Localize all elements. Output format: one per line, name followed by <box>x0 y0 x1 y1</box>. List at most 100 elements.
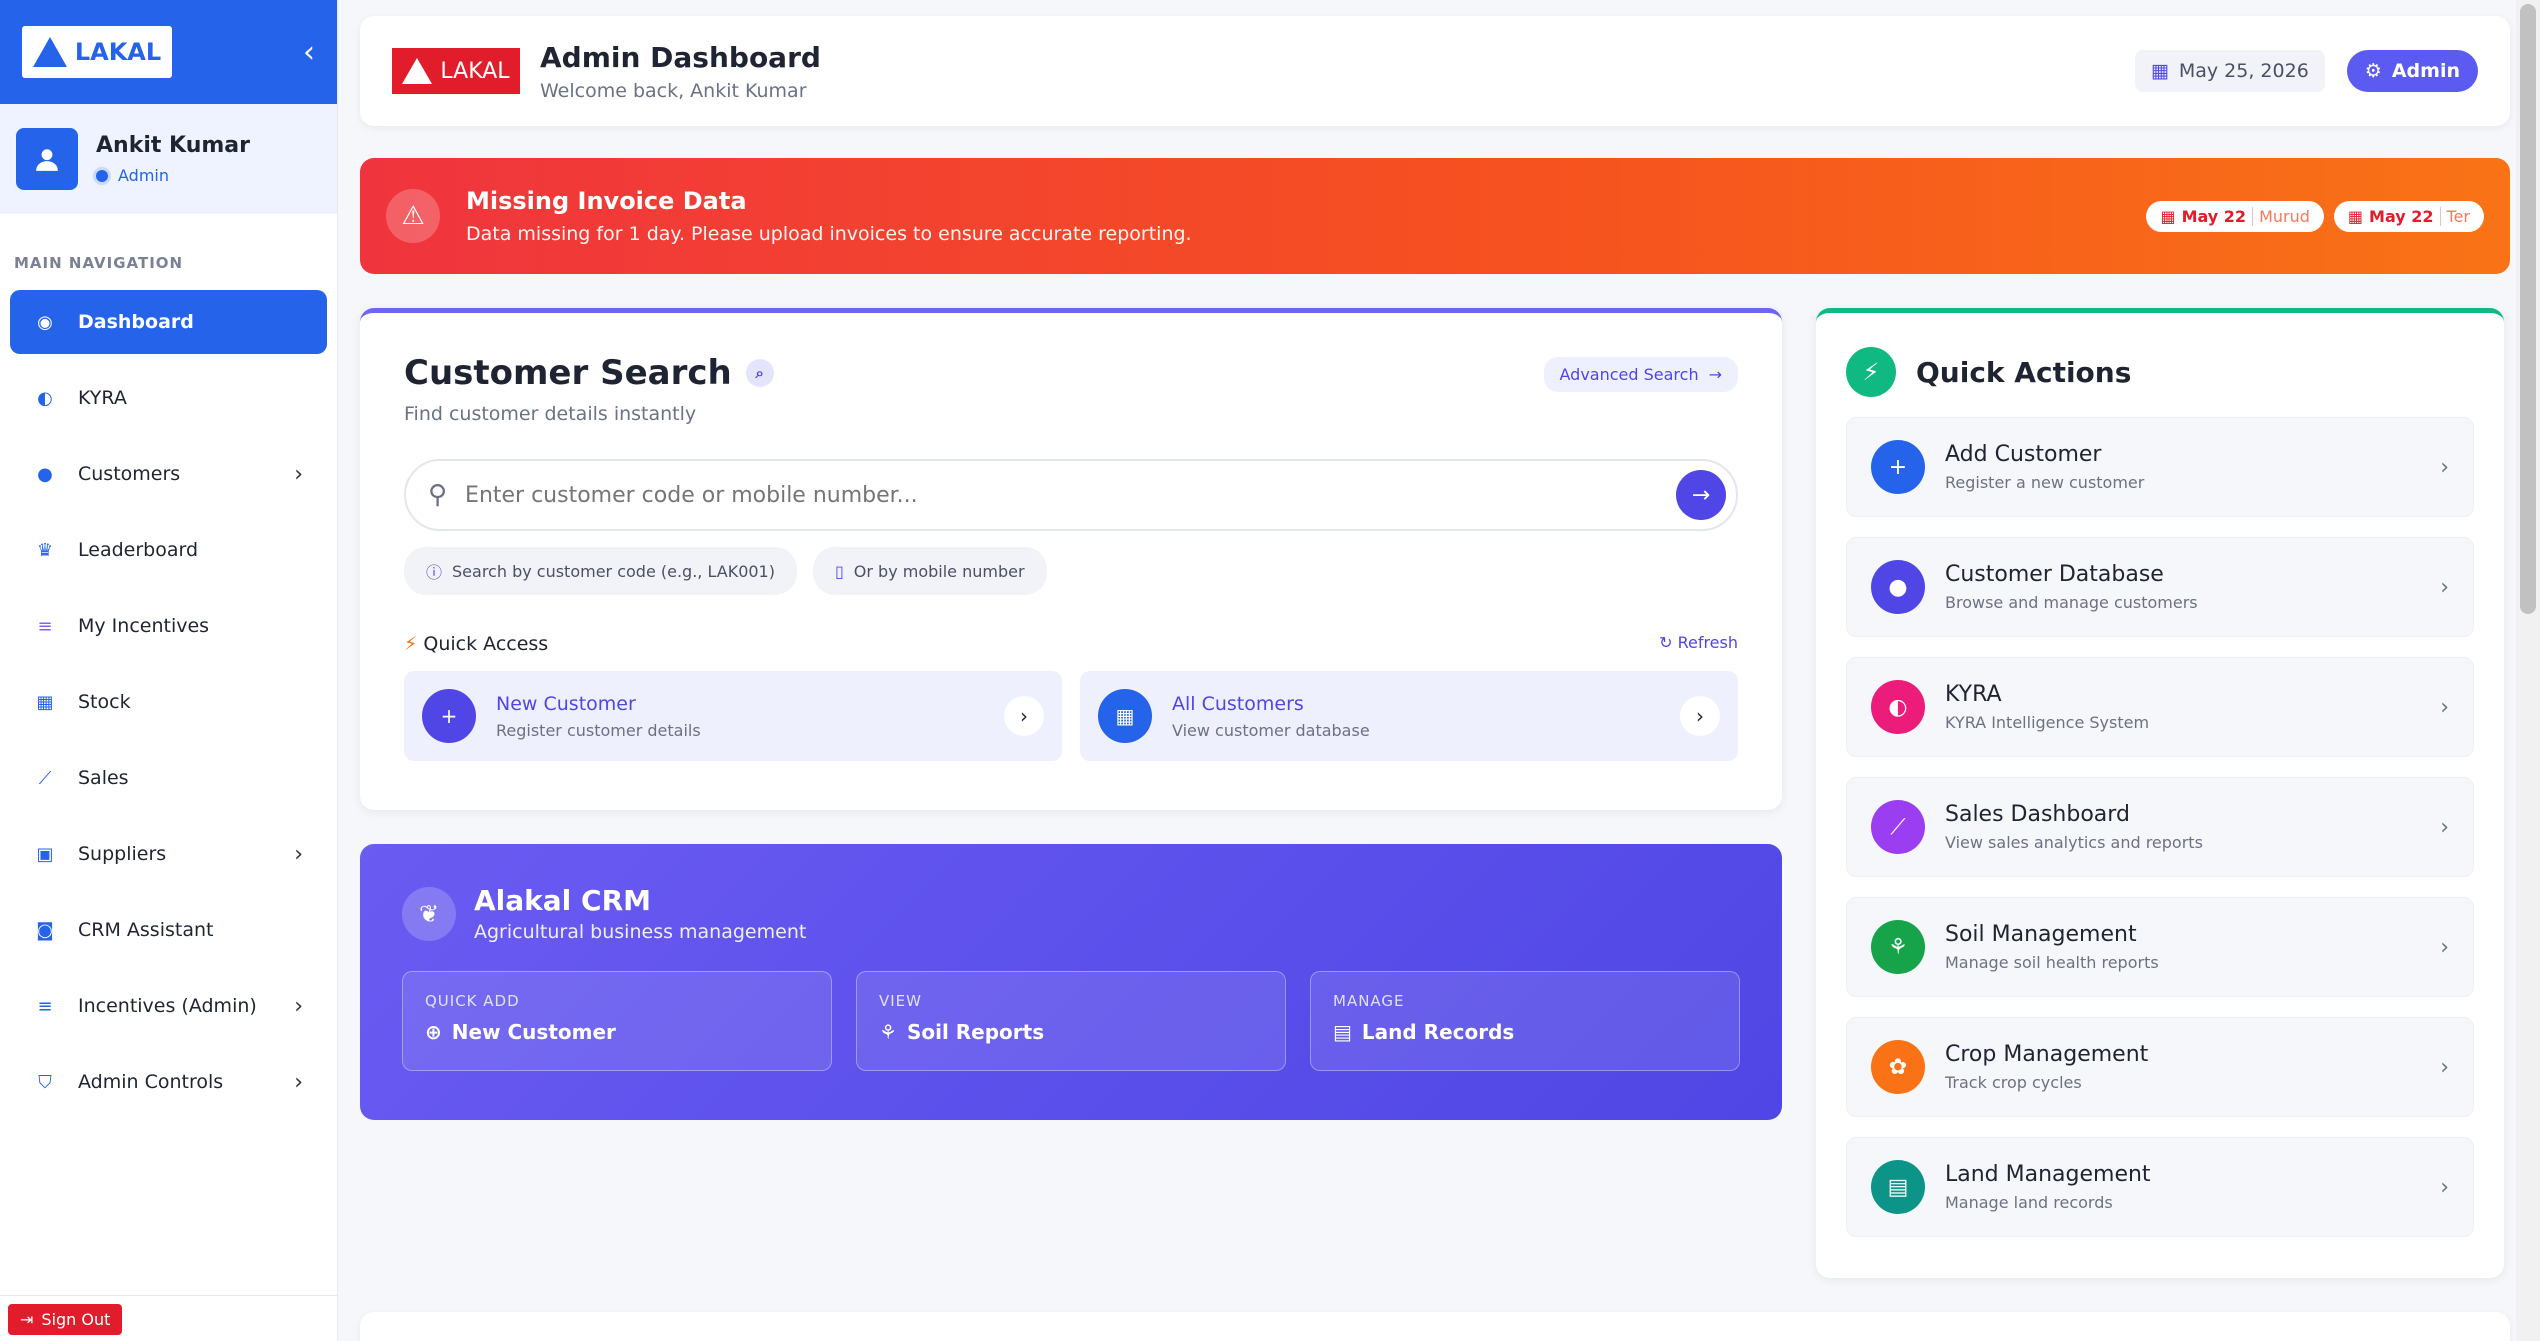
date-badge: ▦ May 25, 2026 <box>2134 50 2325 92</box>
action-subtitle: Manage soil health reports <box>1945 953 2159 972</box>
sidebar-header: LAKAL ‹ <box>0 0 337 104</box>
refresh-button[interactable]: ↻ Refresh <box>1659 633 1738 655</box>
logo-mark-icon <box>402 58 433 84</box>
hint-text: Search by customer code (e.g., LAK001) <box>452 561 775 581</box>
header-logo: LAKAL <box>392 48 520 94</box>
quick-actions-title: Quick Actions <box>1916 355 2132 389</box>
coins-icon: ≡ <box>37 615 53 637</box>
sign-out-label: Sign Out <box>41 1310 111 1329</box>
action-title: Soil Management <box>1945 922 2137 947</box>
calendar-icon: ▦ <box>2160 206 2176 226</box>
collapse-sidebar-icon[interactable]: ‹ <box>303 35 315 70</box>
chevron-right-icon: › <box>1680 696 1720 736</box>
customer-search-input[interactable] <box>465 482 1658 508</box>
action-sales-dashboard[interactable]: ⟋ Sales Dashboard View sales analytics an… <box>1846 777 2474 877</box>
users-icon: ● <box>37 463 53 485</box>
action-title: Sales Dashboard <box>1945 802 2130 827</box>
admin-role-button[interactable]: ⚙ Admin <box>2346 50 2478 92</box>
search-submit-button[interactable]: → <box>1676 470 1726 520</box>
sidebar-item-label: Leaderboard <box>78 539 199 561</box>
info-icon: ⓘ <box>426 563 443 582</box>
quick-access-all-customers[interactable]: ▦ All Customers View customer database › <box>1080 671 1738 761</box>
chevron-right-icon: › <box>2440 454 2449 480</box>
page-title: Admin Dashboard <box>540 40 821 74</box>
refresh-label: Refresh <box>1677 633 1738 652</box>
sign-out-button[interactable]: ⇥ Sign Out <box>8 1304 123 1335</box>
quick-actions-card: ⚡ Quick Actions + Add Customer Register a… <box>1816 308 2504 1278</box>
crm-manage-land-records[interactable]: MANAGE ▤ Land Records <box>1310 971 1740 1071</box>
user-gear-icon: ⚙ <box>2364 60 2382 82</box>
sidebar-item-label: My Incentives <box>78 615 210 637</box>
user-role: Admin <box>96 166 250 185</box>
action-land-management[interactable]: ▤ Land Management Manage land records › <box>1846 1137 2474 1237</box>
crm-quick-add-new-customer[interactable]: QUICK ADD ⊕ New Customer <box>402 971 832 1071</box>
logo-mark-icon <box>32 37 67 67</box>
page-scrollbar[interactable] <box>2516 0 2540 1341</box>
user-plus-icon: + <box>1871 440 1925 494</box>
chevron-right-icon: › <box>2440 694 2449 720</box>
seedling-icon: ⚘ <box>1871 920 1925 974</box>
action-soil-management[interactable]: ⚘ Soil Management Manage soil health repo… <box>1846 897 2474 997</box>
alert-message: Data missing for 1 day. Please upload in… <box>466 223 1192 245</box>
sidebar-item-my-incentives[interactable]: ≡ My Incentives <box>10 594 327 658</box>
sign-out-icon: ⇥ <box>20 1310 34 1329</box>
search-icon: ⌕ <box>745 359 774 387</box>
sidebar-item-customers[interactable]: ● Customers › <box>10 442 327 506</box>
status-dot-icon <box>96 169 108 182</box>
missing-date-chip[interactable]: ▦ May 22 Murud <box>2146 200 2324 232</box>
gauge-icon: ◉ <box>37 311 53 333</box>
action-subtitle: Manage land records <box>1945 1193 2113 1212</box>
coins-icon: ≡ <box>37 995 53 1017</box>
sidebar-item-sales[interactable]: ⟋ Sales <box>10 746 327 810</box>
quick-access-header: ⚡ Quick Access ↻ Refresh <box>404 633 1738 655</box>
action-customer-database[interactable]: ● Customer Database Browse and manage cus… <box>1846 537 2474 637</box>
sidebar-item-suppliers[interactable]: ▣ Suppliers › <box>10 822 327 886</box>
scrollbar-thumb[interactable] <box>2520 4 2536 614</box>
missing-invoice-alert: ⚠ Missing Invoice Data Data missing for … <box>360 158 2510 274</box>
action-crop-management[interactable]: ✿ Crop Management Track crop cycles › <box>1846 1017 2474 1117</box>
hint-mobile: ▯ Or by mobile number <box>812 547 1047 595</box>
calendar-icon: ▦ <box>2150 60 2169 82</box>
lightning-icon: ⚡ <box>1846 347 1896 397</box>
user-name: Ankit Kumar <box>96 133 250 158</box>
sidebar: LAKAL ‹ Ankit Kumar Admin MAIN NAVIGATIO… <box>0 0 338 1341</box>
brain-icon: ◐ <box>37 387 53 409</box>
crm-banner: ❦ Alakal CRM Agricultural business manag… <box>360 844 1782 1120</box>
crm-box-label: Soil Reports <box>906 1020 1045 1044</box>
crm-title: Alakal CRM <box>474 884 651 917</box>
user-role-label: Admin <box>118 166 169 185</box>
sidebar-item-stock[interactable]: ▦ Stock <box>10 670 327 734</box>
crm-view-soil-reports[interactable]: VIEW ⚘ Soil Reports <box>856 971 1286 1071</box>
action-subtitle: Register a new customer <box>1945 473 2145 492</box>
sidebar-item-crm-assistant[interactable]: ◙ CRM Assistant <box>10 898 327 962</box>
chevron-right-icon: › <box>2440 814 2449 840</box>
sidebar-item-label: Stock <box>78 691 131 713</box>
quick-access-new-customer[interactable]: + New Customer Register customer details… <box>404 671 1062 761</box>
missing-date-chip[interactable]: ▦ May 22 Ter <box>2333 200 2484 232</box>
advanced-search-button[interactable]: Advanced Search → <box>1543 357 1738 392</box>
sidebar-item-label: Sales <box>78 767 129 789</box>
avatar <box>16 128 78 190</box>
chevron-right-icon: › <box>294 841 303 867</box>
alert-title: Missing Invoice Data <box>466 187 747 215</box>
sidebar-item-dashboard[interactable]: ◉ Dashboard <box>10 290 327 354</box>
map-icon: ▤ <box>1871 1160 1925 1214</box>
sidebar-item-kyra[interactable]: ◐ KYRA <box>10 366 327 430</box>
chevron-right-icon: › <box>294 993 303 1019</box>
user-plus-icon: ⊕ <box>425 1020 442 1044</box>
action-kyra[interactable]: ◐ KYRA KYRA Intelligence System › <box>1846 657 2474 757</box>
sidebar-item-incentives-admin[interactable]: ≡ Incentives (Admin) › <box>10 974 327 1038</box>
chip-place: Ter <box>2439 206 2470 226</box>
sidebar-item-label: KYRA <box>78 387 127 409</box>
sidebar-item-label: Suppliers <box>78 843 167 865</box>
sidebar-item-admin-controls[interactable]: ⛉ Admin Controls › <box>10 1050 327 1114</box>
brain-icon: ◐ <box>1871 680 1925 734</box>
action-add-customer[interactable]: + Add Customer Register a new customer › <box>1846 417 2474 517</box>
crm-subtitle: Agricultural business management <box>474 921 807 943</box>
sidebar-item-label: CRM Assistant <box>78 919 214 941</box>
chevron-right-icon: › <box>2440 934 2449 960</box>
tile-title: New Customer <box>496 692 636 715</box>
quick-access-title: Quick Access <box>423 633 549 655</box>
seedling-icon: ⚘ <box>879 1020 897 1044</box>
sidebar-item-leaderboard[interactable]: ♛ Leaderboard <box>10 518 327 582</box>
